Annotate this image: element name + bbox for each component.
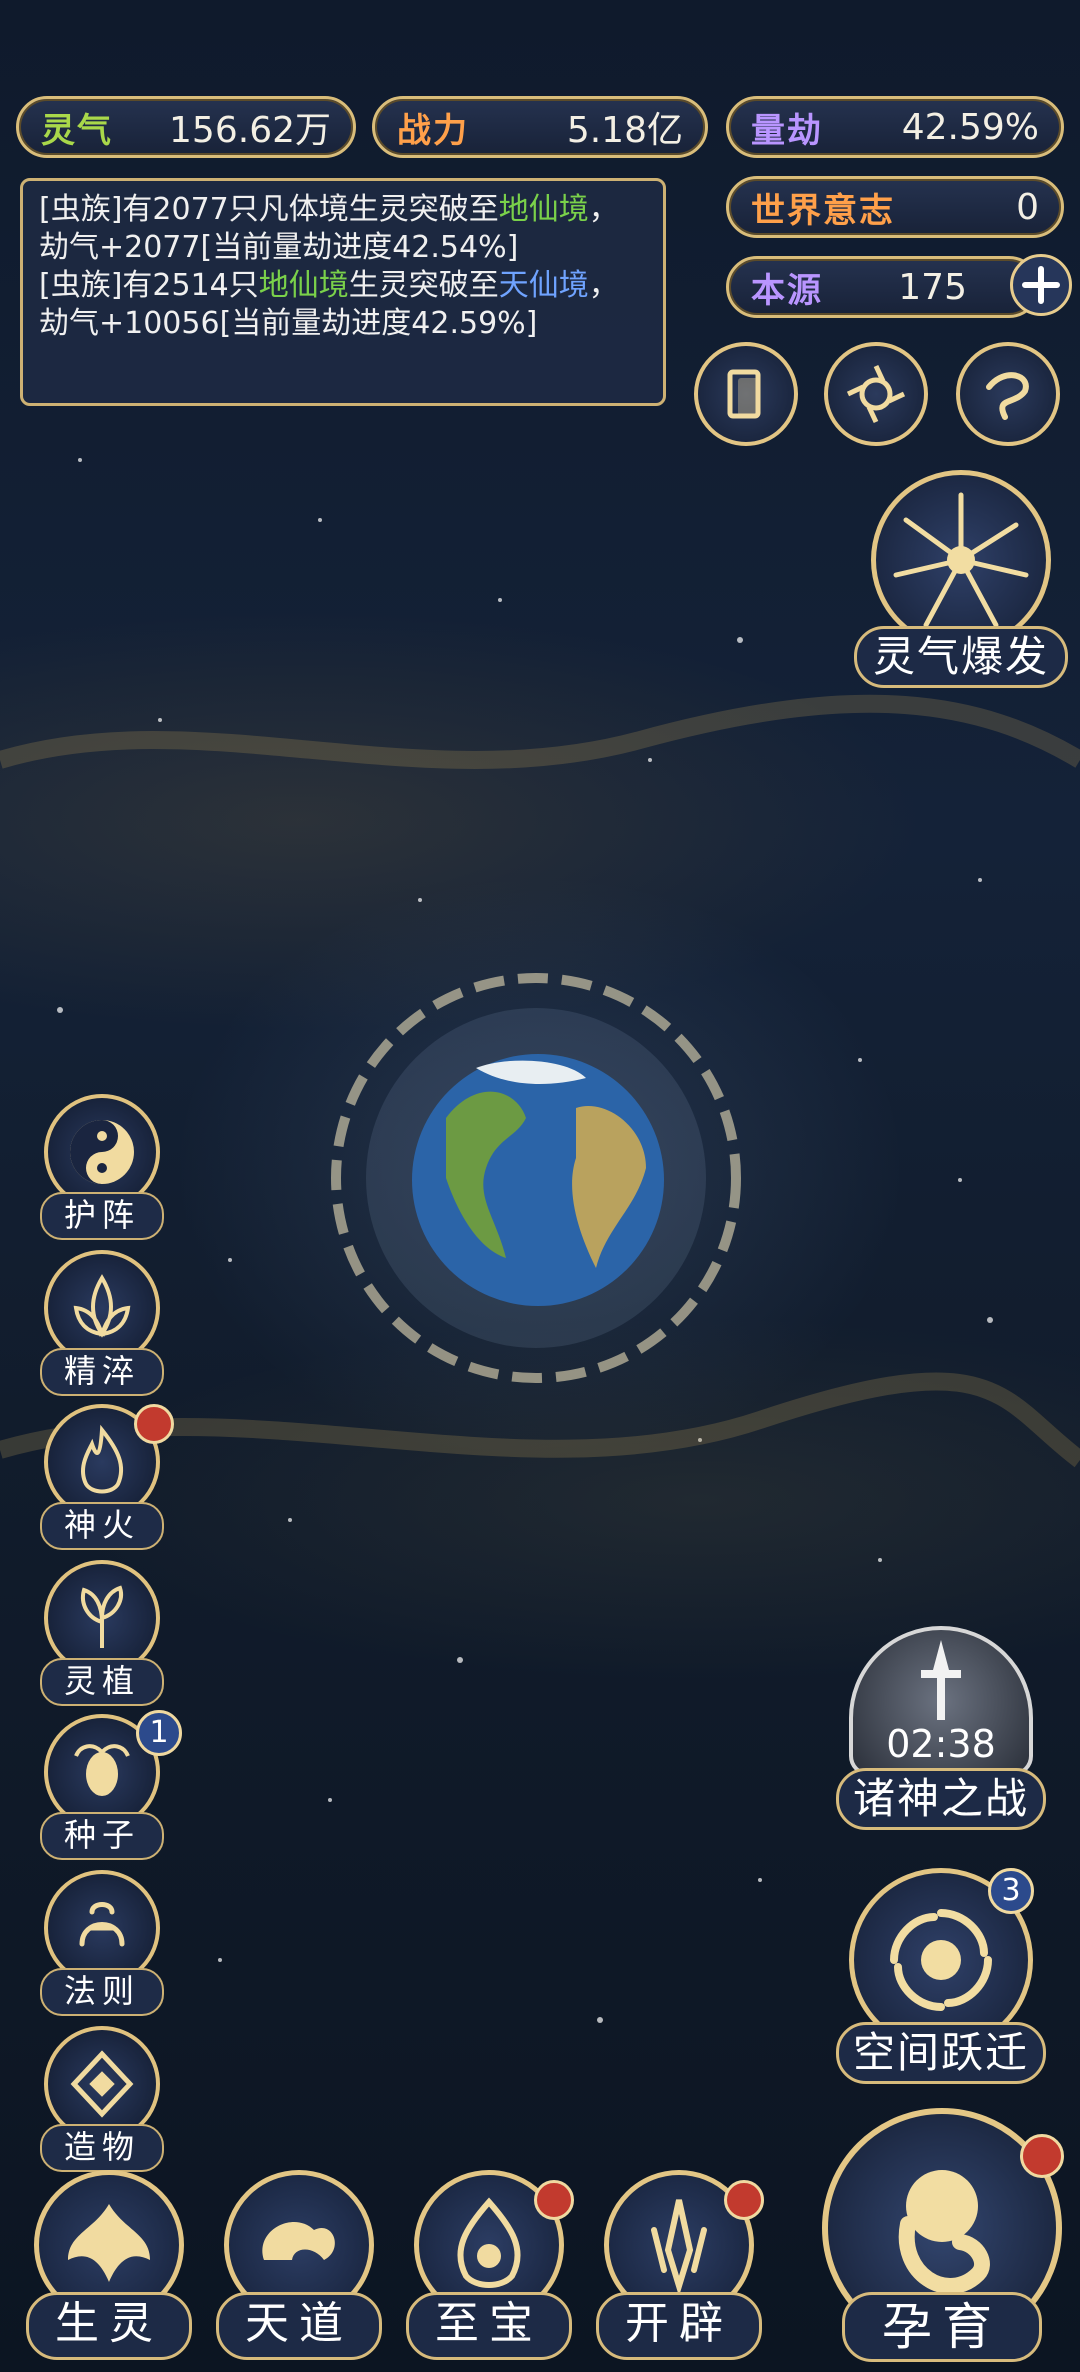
world-will-stat[interactable]: 世界意志 0 — [726, 176, 1064, 238]
sidebar-item-zaowu[interactable]: 造物 — [38, 2026, 166, 2172]
log-realm: 地仙境 — [498, 192, 589, 227]
nav-kaipi[interactable]: 开辟 — [594, 2170, 764, 2360]
card-button[interactable] — [694, 342, 798, 446]
war-of-gods-button[interactable]: 02:38 诸神之战 — [836, 1626, 1046, 1830]
log-realm: 天仙境 — [498, 268, 589, 303]
liangjie-label: 量劫 — [751, 110, 823, 151]
log-text: 生灵突破至 — [348, 268, 499, 303]
sidebar-item-huzhen[interactable]: 护阵 — [38, 1094, 166, 1240]
swirl-icon — [986, 372, 1029, 420]
nav-label: 至宝 — [406, 2292, 572, 2360]
count-badge: 1 — [136, 1710, 182, 1756]
sidebar-item-faze[interactable]: 法则 — [38, 1870, 166, 2016]
burst-icon — [893, 492, 1029, 628]
sidebar-item-jingcui[interactable]: 精淬 — [38, 1250, 166, 1396]
event-log[interactable]: [虫族]有2077只凡体境生灵突破至地仙境，劫气+2077[当前量劫进度42.5… — [20, 178, 666, 406]
benyuan-label: 本源 — [751, 270, 823, 311]
log-entry: [虫族]有2514只地仙境生灵突破至天仙境，劫气+10056[当前量劫进度42.… — [39, 267, 647, 343]
log-text: [虫族]有2077只凡体境生灵突破至 — [39, 192, 499, 227]
breed-button[interactable]: 孕育 — [812, 2108, 1072, 2362]
sidebar-item-label: 神火 — [40, 1502, 164, 1550]
zhanli-value: 5.18亿 — [566, 110, 683, 151]
benyuan-value: 175 — [898, 266, 967, 308]
sidebar-item-label: 灵植 — [40, 1658, 164, 1706]
notification-dot — [724, 2180, 764, 2220]
sidebar-item-label: 种子 — [40, 1812, 164, 1860]
world-will-value: 0 — [1016, 186, 1039, 228]
lingqi-stat: 灵气 156.62万 — [16, 96, 356, 158]
aura-burst-button[interactable]: 灵气爆发 — [854, 470, 1068, 688]
zhanli-stat: 战力 5.18亿 — [372, 96, 708, 158]
nav-label: 开辟 — [596, 2292, 762, 2360]
benyuan-stat: 本源 175 — [726, 256, 1040, 318]
sidebar-item-label: 护阵 — [40, 1192, 164, 1240]
war-timer: 02:38 — [886, 1722, 996, 1766]
world-will-label: 世界意志 — [751, 190, 895, 231]
card-icon — [727, 369, 761, 419]
sidebar-item-label: 精淬 — [40, 1348, 164, 1396]
vortex-icon — [846, 364, 906, 424]
liangjie-stat[interactable]: 量劫 42.59% — [726, 96, 1064, 158]
aura-burst-label: 灵气爆发 — [854, 626, 1068, 688]
add-benyuan-button[interactable] — [1010, 254, 1072, 316]
sidebar-item-shenhuo[interactable]: 神火 — [38, 1404, 174, 1550]
lingqi-label: 灵气 — [41, 110, 113, 151]
sidebar-item-lingzhi[interactable]: 灵植 — [38, 1560, 166, 1706]
swirl-button[interactable] — [956, 342, 1060, 446]
notification-dot — [134, 1404, 174, 1444]
lingqi-value: 156.62万 — [169, 110, 331, 151]
nav-zhibao[interactable]: 至宝 — [404, 2170, 574, 2360]
nav-shengling[interactable]: 生灵 — [24, 2170, 194, 2360]
space-leap-label: 空间跃迁 — [836, 2022, 1046, 2084]
space-leap-button[interactable]: 空间跃迁 3 — [836, 1868, 1046, 2084]
nav-tiandao[interactable]: 天道 — [214, 2170, 384, 2360]
log-entry: [虫族]有2077只凡体境生灵突破至地仙境，劫气+2077[当前量劫进度42.5… — [39, 191, 647, 267]
sidebar-item-label: 造物 — [40, 2124, 164, 2172]
plus-icon — [1022, 266, 1060, 304]
vortex-button[interactable] — [824, 342, 928, 446]
war-of-gods-label: 诸神之战 — [836, 1768, 1046, 1830]
sidebar-item-label: 法则 — [40, 1968, 164, 2016]
breed-label: 孕育 — [842, 2292, 1042, 2362]
sidebar-item-zhongzi[interactable]: 种子 1 — [38, 1710, 182, 1860]
notification-dot — [1020, 2134, 1064, 2178]
log-text: [虫族]有2514只 — [39, 268, 259, 303]
planet-world[interactable] — [326, 968, 746, 1388]
nav-label: 天道 — [216, 2292, 382, 2360]
log-realm: 地仙境 — [258, 268, 349, 303]
nav-label: 生灵 — [26, 2292, 192, 2360]
count-badge: 3 — [988, 1868, 1034, 1914]
zhanli-label: 战力 — [397, 110, 469, 151]
liangjie-value: 42.59% — [901, 106, 1039, 148]
notification-dot — [534, 2180, 574, 2220]
